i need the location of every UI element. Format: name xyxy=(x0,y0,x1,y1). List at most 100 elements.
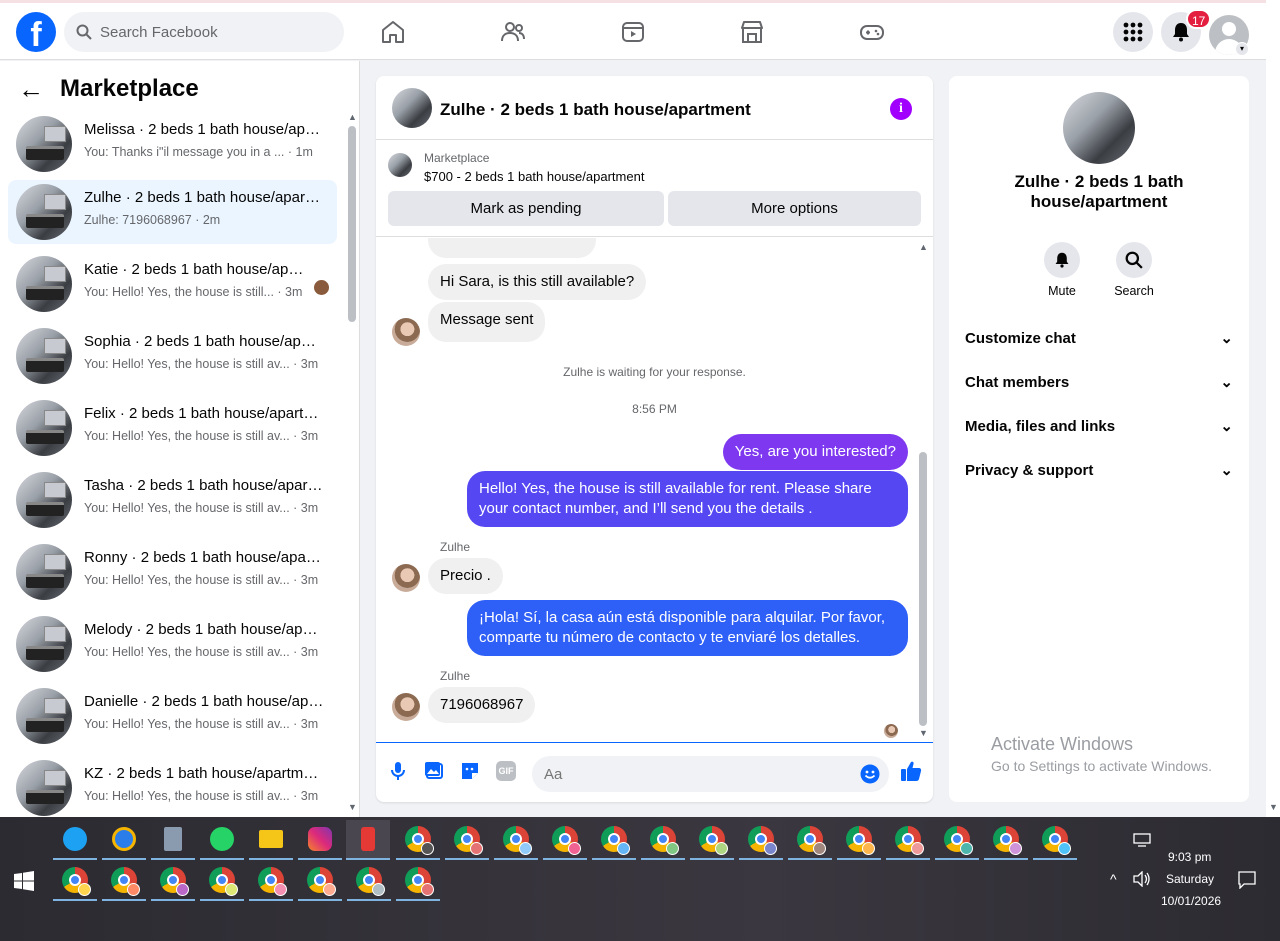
whatsapp-icon[interactable] xyxy=(200,820,244,860)
chevron-up-icon[interactable]: ^ xyxy=(1110,871,1117,887)
contact-avatar[interactable] xyxy=(392,564,420,592)
microphone-icon[interactable] xyxy=(388,761,408,781)
chrome-icon[interactable] xyxy=(249,861,293,901)
conversation-item[interactable]: KZ · 2 beds 1 bath house/apartment You: … xyxy=(8,756,337,817)
notification-center-icon[interactable] xyxy=(1238,871,1256,889)
chrome-icon[interactable] xyxy=(396,820,440,860)
marketplace-icon[interactable] xyxy=(739,19,765,45)
message-bubble: Hi Sara, is this still available? xyxy=(428,264,647,300)
conversation-item[interactable]: Felix · 2 beds 1 bath house/apartment Yo… xyxy=(8,396,337,460)
emoji-icon[interactable] xyxy=(860,764,880,784)
chrome-icon[interactable] xyxy=(1033,820,1077,860)
conversation-item[interactable]: Melody · 2 beds 1 bath house/apartment Y… xyxy=(8,612,337,676)
scroll-down-icon[interactable]: ▼ xyxy=(919,728,928,738)
instagram-icon[interactable] xyxy=(298,820,342,860)
clock-date[interactable]: 10/01/2026 xyxy=(1161,894,1221,908)
menu-button[interactable] xyxy=(1113,12,1153,52)
listing-title[interactable]: $700 - 2 beds 1 bath house/apartment xyxy=(424,169,644,184)
friends-icon[interactable] xyxy=(500,19,526,45)
gaming-icon[interactable] xyxy=(859,19,885,45)
chrome-icon[interactable] xyxy=(102,861,146,901)
thread-scrollbar[interactable]: ▲ ▼ xyxy=(916,238,930,742)
conversation-item[interactable]: Melissa · 2 beds 1 bath house/apartment … xyxy=(8,112,337,176)
customize-chat-row[interactable]: Customize chat ⌄ xyxy=(965,320,1233,356)
chevron-down-icon: ⌄ xyxy=(1220,374,1233,391)
clock-time[interactable]: 9:03 pm xyxy=(1168,850,1211,864)
volume-icon[interactable] xyxy=(1133,871,1151,887)
page-scrollbar[interactable]: ▼ xyxy=(1266,0,1280,817)
chrome-icon[interactable] xyxy=(445,820,489,860)
image-icon[interactable] xyxy=(424,761,444,781)
message-input-wrapper[interactable] xyxy=(532,756,889,792)
taskbar-app-icon[interactable] xyxy=(53,820,97,860)
chrome-icon[interactable] xyxy=(200,861,244,901)
mute-button[interactable]: Mute xyxy=(1032,242,1092,298)
scrollbar-thumb[interactable] xyxy=(348,126,356,322)
privacy-support-row[interactable]: Privacy & support ⌄ xyxy=(965,452,1233,488)
chevron-down-icon[interactable]: ▾ xyxy=(1235,42,1249,56)
sidebar-scrollbar[interactable]: ▲ ▼ xyxy=(347,112,357,812)
chat-avatar[interactable] xyxy=(392,88,432,128)
message-input[interactable] xyxy=(544,765,844,783)
file-explorer-icon[interactable] xyxy=(249,820,293,860)
facebook-logo[interactable]: f xyxy=(16,12,56,52)
clock-day[interactable]: Saturday xyxy=(1166,872,1214,886)
chrome-icon[interactable] xyxy=(543,820,587,860)
conversation-name: KZ · 2 beds 1 bath house/apartment xyxy=(84,765,324,782)
more-options-button[interactable]: More options xyxy=(668,191,921,226)
search-input[interactable] xyxy=(100,23,320,41)
conversation-item[interactable]: Katie · 2 beds 1 bath house/apartment Yo… xyxy=(8,252,337,316)
message-composer: GIF xyxy=(376,742,933,802)
scrollbar-thumb[interactable] xyxy=(919,452,927,726)
chrome-icon[interactable] xyxy=(886,820,930,860)
chat-members-row[interactable]: Chat members ⌄ xyxy=(965,364,1233,400)
chrome-icon[interactable] xyxy=(494,820,538,860)
chat-title[interactable]: Zulhe · 2 beds 1 bath house/apartment xyxy=(440,100,751,120)
chrome-icon[interactable] xyxy=(837,820,881,860)
scroll-up-icon[interactable]: ▲ xyxy=(348,112,357,122)
sticker-icon[interactable] xyxy=(460,761,480,781)
network-icon[interactable] xyxy=(1133,833,1151,847)
taskbar-app-icon-active[interactable] xyxy=(346,820,390,860)
contact-avatar[interactable] xyxy=(392,318,420,346)
chrome-icon[interactable] xyxy=(347,861,391,901)
search-bar[interactable] xyxy=(64,12,344,52)
contact-avatar[interactable] xyxy=(392,693,420,721)
home-icon[interactable] xyxy=(380,19,406,45)
conversation-item-active[interactable]: Zulhe · 2 beds 1 bath house/apartment Zu… xyxy=(8,180,337,244)
message-bubble: Precio . xyxy=(428,558,503,594)
taskbar-app-icon[interactable] xyxy=(102,820,146,860)
conversation-name: Tasha · 2 beds 1 bath house/apartment xyxy=(84,477,324,494)
chrome-icon[interactable] xyxy=(396,861,440,901)
chrome-icon[interactable] xyxy=(298,861,342,901)
scroll-down-icon[interactable]: ▼ xyxy=(348,802,357,812)
calculator-icon[interactable] xyxy=(151,820,195,860)
chrome-icon[interactable] xyxy=(151,861,195,901)
message-thread: Hi Sara, is this still available? Messag… xyxy=(376,238,933,742)
search-in-chat-button[interactable]: Search xyxy=(1104,242,1164,298)
back-arrow-icon[interactable]: ← xyxy=(16,74,46,105)
chrome-icon[interactable] xyxy=(739,820,783,860)
info-icon[interactable]: i xyxy=(890,98,912,120)
mark-as-pending-button[interactable]: Mark as pending xyxy=(388,191,664,226)
media-files-links-row[interactable]: Media, files and links ⌄ xyxy=(965,408,1233,444)
chrome-icon[interactable] xyxy=(935,820,979,860)
chrome-icon[interactable] xyxy=(592,820,636,860)
chrome-icon[interactable] xyxy=(641,820,685,860)
chrome-icon[interactable] xyxy=(984,820,1028,860)
scroll-down-icon[interactable]: ▼ xyxy=(1269,802,1278,812)
chrome-icon[interactable] xyxy=(690,820,734,860)
conversation-item[interactable]: Ronny · 2 beds 1 bath house/apartment Yo… xyxy=(8,540,337,604)
like-thumbs-up-icon[interactable] xyxy=(900,760,922,782)
conversation-item[interactable]: Danielle · 2 beds 1 bath house/apartment… xyxy=(8,684,337,748)
sender-name: Zulhe xyxy=(440,540,471,554)
notification-badge: 17 xyxy=(1186,9,1212,29)
chrome-icon[interactable] xyxy=(53,861,97,901)
gif-icon[interactable]: GIF xyxy=(496,761,516,781)
video-icon[interactable] xyxy=(620,19,646,45)
conversation-item[interactable]: Sophia · 2 beds 1 bath house/apartment Y… xyxy=(8,324,337,388)
chrome-icon[interactable] xyxy=(788,820,832,860)
scroll-up-icon[interactable]: ▲ xyxy=(919,242,928,252)
windows-start-icon[interactable] xyxy=(14,871,34,891)
conversation-item[interactable]: Tasha · 2 beds 1 bath house/apartment Yo… xyxy=(8,468,337,532)
